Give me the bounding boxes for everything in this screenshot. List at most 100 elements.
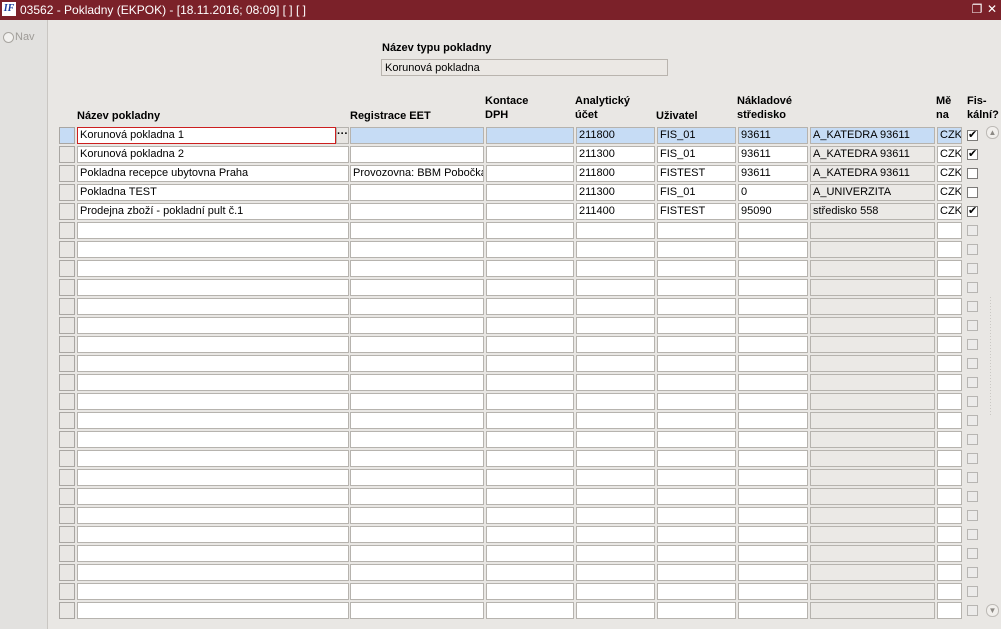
stredisko-cell[interactable] (738, 450, 808, 467)
stredisko-cell[interactable] (738, 260, 808, 277)
stredisko-cell[interactable]: 93611 (738, 127, 808, 144)
row-indicator[interactable] (59, 222, 75, 239)
eet-cell[interactable] (350, 184, 484, 201)
ucet-cell[interactable] (576, 564, 655, 581)
fiskalni-checkbox[interactable] (967, 339, 978, 350)
ucet-cell[interactable]: 211300 (576, 184, 655, 201)
row-indicator[interactable] (59, 279, 75, 296)
fiskalni-checkbox[interactable] (967, 396, 978, 407)
ucet-cell[interactable]: 211300 (576, 146, 655, 163)
fiskalni-checkbox[interactable]: ✔ (967, 149, 978, 160)
nazev-cell[interactable] (77, 526, 349, 543)
row-indicator[interactable] (59, 241, 75, 258)
nav-radio-button[interactable] (3, 32, 14, 43)
kontace-cell[interactable] (486, 545, 574, 562)
ucet-cell[interactable] (576, 241, 655, 258)
eet-cell[interactable] (350, 374, 484, 391)
type-name-field[interactable]: Korunová pokladna (381, 59, 668, 76)
kontace-cell[interactable] (486, 355, 574, 372)
mena-cell[interactable] (937, 241, 962, 258)
ucet-cell[interactable] (576, 602, 655, 619)
uzivatel-cell[interactable] (657, 469, 736, 486)
row-indicator[interactable] (59, 488, 75, 505)
stredisko-cell[interactable] (738, 222, 808, 239)
mena-cell[interactable] (937, 488, 962, 505)
nazev-cell[interactable] (77, 222, 349, 239)
row-indicator[interactable] (59, 336, 75, 353)
kontace-cell[interactable] (486, 146, 574, 163)
fiskalni-checkbox[interactable] (967, 472, 978, 483)
row-indicator[interactable] (59, 431, 75, 448)
fiskalni-checkbox[interactable] (967, 453, 978, 464)
row-indicator[interactable] (59, 317, 75, 334)
nazev-cell[interactable] (77, 298, 349, 315)
stredisko-cell[interactable] (738, 298, 808, 315)
kontace-cell[interactable] (486, 298, 574, 315)
eet-cell[interactable] (350, 583, 484, 600)
nazev-cell[interactable] (77, 564, 349, 581)
nazev-cell[interactable]: Korunová pokladna 1 (77, 127, 336, 144)
scroll-up-icon[interactable]: ▲ (986, 126, 999, 139)
mena-cell[interactable]: CZK (937, 184, 962, 201)
uzivatel-cell[interactable] (657, 583, 736, 600)
nazev-cell[interactable] (77, 241, 349, 258)
ucet-cell[interactable] (576, 450, 655, 467)
ucet-cell[interactable] (576, 583, 655, 600)
kontace-cell[interactable] (486, 602, 574, 619)
ucet-cell[interactable] (576, 298, 655, 315)
row-indicator[interactable] (59, 260, 75, 277)
nazev-cell[interactable] (77, 412, 349, 429)
nazev-cell[interactable] (77, 317, 349, 334)
eet-cell[interactable] (350, 127, 484, 144)
row-indicator[interactable] (59, 165, 75, 182)
ucet-cell[interactable] (576, 393, 655, 410)
uzivatel-cell[interactable]: FISTEST (657, 165, 736, 182)
mena-cell[interactable] (937, 374, 962, 391)
nazev-cell[interactable] (77, 374, 349, 391)
stredisko-cell[interactable] (738, 545, 808, 562)
eet-cell[interactable]: Provozovna: BBM Pobočka (350, 165, 484, 182)
uzivatel-cell[interactable] (657, 260, 736, 277)
nazev-cell[interactable] (77, 450, 349, 467)
kontace-cell[interactable] (486, 412, 574, 429)
kontace-cell[interactable] (486, 393, 574, 410)
kontace-cell[interactable] (486, 450, 574, 467)
fiskalni-checkbox[interactable] (967, 491, 978, 502)
ucet-cell[interactable] (576, 260, 655, 277)
row-indicator[interactable] (59, 374, 75, 391)
kontace-cell[interactable] (486, 260, 574, 277)
kontace-cell[interactable] (486, 564, 574, 581)
fiskalni-checkbox[interactable] (967, 225, 978, 236)
fiskalni-checkbox[interactable] (967, 244, 978, 255)
uzivatel-cell[interactable] (657, 222, 736, 239)
eet-cell[interactable] (350, 355, 484, 372)
row-indicator[interactable] (59, 146, 75, 163)
fiskalni-checkbox[interactable]: ✔ (967, 130, 978, 141)
eet-cell[interactable] (350, 507, 484, 524)
uzivatel-cell[interactable] (657, 393, 736, 410)
mena-cell[interactable]: CZK (937, 203, 962, 220)
kontace-cell[interactable] (486, 184, 574, 201)
mena-cell[interactable] (937, 355, 962, 372)
row-indicator[interactable] (59, 298, 75, 315)
fiskalni-checkbox[interactable] (967, 567, 978, 578)
eet-cell[interactable] (350, 469, 484, 486)
ucet-cell[interactable] (576, 488, 655, 505)
eet-cell[interactable] (350, 412, 484, 429)
fiskalni-checkbox[interactable] (967, 358, 978, 369)
uzivatel-cell[interactable] (657, 545, 736, 562)
row-indicator[interactable] (59, 564, 75, 581)
kontace-cell[interactable] (486, 488, 574, 505)
row-indicator[interactable] (59, 203, 75, 220)
ucet-cell[interactable] (576, 355, 655, 372)
mena-cell[interactable] (937, 393, 962, 410)
eet-cell[interactable] (350, 241, 484, 258)
eet-cell[interactable] (350, 450, 484, 467)
eet-cell[interactable] (350, 260, 484, 277)
kontace-cell[interactable] (486, 374, 574, 391)
fiskalni-checkbox[interactable] (967, 377, 978, 388)
stredisko-cell[interactable] (738, 355, 808, 372)
fiskalni-checkbox[interactable] (967, 548, 978, 559)
stredisko-cell[interactable] (738, 412, 808, 429)
nazev-cell[interactable] (77, 545, 349, 562)
